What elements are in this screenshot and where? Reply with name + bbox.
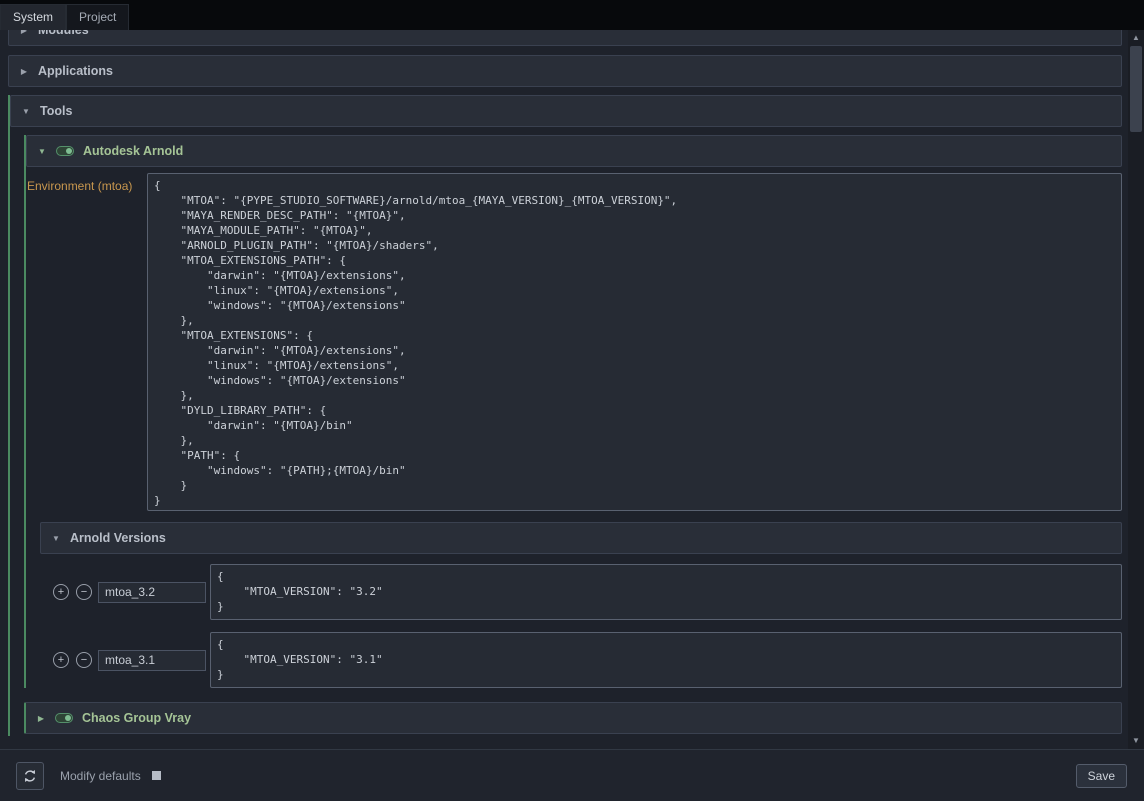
version-row: + − { "MTOA_VERSION": "3.1" } (40, 632, 1122, 688)
section-header-modules[interactable]: ▶ Modules (8, 30, 1122, 46)
settings-scroll-area: ▶ Modules ▶ Applications ▼ Tools ▼ (0, 30, 1144, 749)
section-tools: ▼ Tools ▼ Autodesk Arnold Environment (m… (8, 95, 1122, 736)
chevron-down-icon: ▼ (51, 534, 61, 543)
add-version-button[interactable]: + (53, 652, 69, 668)
section-label-modules: Modules (38, 30, 89, 37)
refresh-button[interactable] (16, 762, 44, 790)
section-header-applications[interactable]: ▶ Applications (8, 55, 1122, 87)
group-body-autodesk-arnold: Environment (mtoa) { "MTOA": "{PYPE_STUD… (26, 167, 1122, 688)
environment-json-editor[interactable]: { "MTOA": "{PYPE_STUDIO_SOFTWARE}/arnold… (147, 173, 1122, 511)
modify-defaults-label: Modify defaults (60, 769, 141, 783)
section-label-tools: Tools (40, 104, 72, 118)
section-label-applications: Applications (38, 64, 113, 78)
group-header-autodesk-arnold[interactable]: ▼ Autodesk Arnold (26, 135, 1122, 167)
save-button[interactable]: Save (1076, 764, 1127, 788)
chevron-down-icon: ▼ (21, 107, 31, 116)
version-json-editor[interactable]: { "MTOA_VERSION": "3.2" } (210, 564, 1122, 620)
version-row: + − { "MTOA_VERSION": "3.2" } (40, 564, 1122, 620)
tab-bar: System Project (0, 0, 1144, 30)
tab-system[interactable]: System (0, 4, 66, 30)
refresh-icon (22, 768, 38, 784)
environment-row: Environment (mtoa) { "MTOA": "{PYPE_STUD… (26, 173, 1122, 511)
chevron-right-icon: ▶ (19, 67, 29, 76)
footer-bar: Modify defaults Save (0, 749, 1144, 801)
section-tools-body: ▼ Autodesk Arnold Environment (mtoa) { "… (10, 127, 1122, 736)
section-header-tools[interactable]: ▼ Tools (10, 95, 1122, 127)
tab-project[interactable]: Project (66, 4, 129, 30)
settings-window: System Project ▶ Modules ▶ Applications … (0, 0, 1144, 801)
scrollbar-thumb[interactable] (1130, 46, 1142, 132)
remove-version-button[interactable]: − (76, 652, 92, 668)
group-autodesk-arnold: ▼ Autodesk Arnold Environment (mtoa) { "… (24, 135, 1122, 688)
version-json-editor[interactable]: { "MTOA_VERSION": "3.1" } (210, 632, 1122, 688)
settings-content: ▶ Modules ▶ Applications ▼ Tools ▼ (8, 30, 1122, 736)
group-header-chaos-group-vray[interactable]: ▶ Chaos Group Vray (24, 702, 1122, 734)
chevron-right-icon: ▶ (19, 30, 29, 35)
vray-enabled-toggle[interactable] (55, 713, 73, 723)
environment-label: Environment (mtoa) (26, 173, 147, 193)
remove-version-button[interactable]: − (76, 584, 92, 600)
vertical-scrollbar: ▲ ▼ (1128, 30, 1144, 749)
version-key-input[interactable] (98, 582, 206, 603)
add-version-button[interactable]: + (53, 584, 69, 600)
group-title-autodesk-arnold: Autodesk Arnold (83, 144, 183, 158)
section-header-arnold-versions[interactable]: ▼ Arnold Versions (40, 522, 1122, 554)
group-title-chaos-group-vray: Chaos Group Vray (82, 711, 191, 725)
modify-defaults-checkbox[interactable] (152, 771, 161, 780)
chevron-right-icon: ▶ (36, 714, 46, 723)
version-key-input[interactable] (98, 650, 206, 671)
chevron-down-icon: ▼ (37, 147, 47, 156)
arnold-enabled-toggle[interactable] (56, 146, 74, 156)
section-label-arnold-versions: Arnold Versions (70, 531, 166, 545)
scroll-down-button[interactable]: ▼ (1128, 733, 1144, 749)
arnold-versions-section: ▼ Arnold Versions + − { "MTOA_VERSION": … (40, 522, 1122, 688)
scroll-up-button[interactable]: ▲ (1128, 30, 1144, 46)
